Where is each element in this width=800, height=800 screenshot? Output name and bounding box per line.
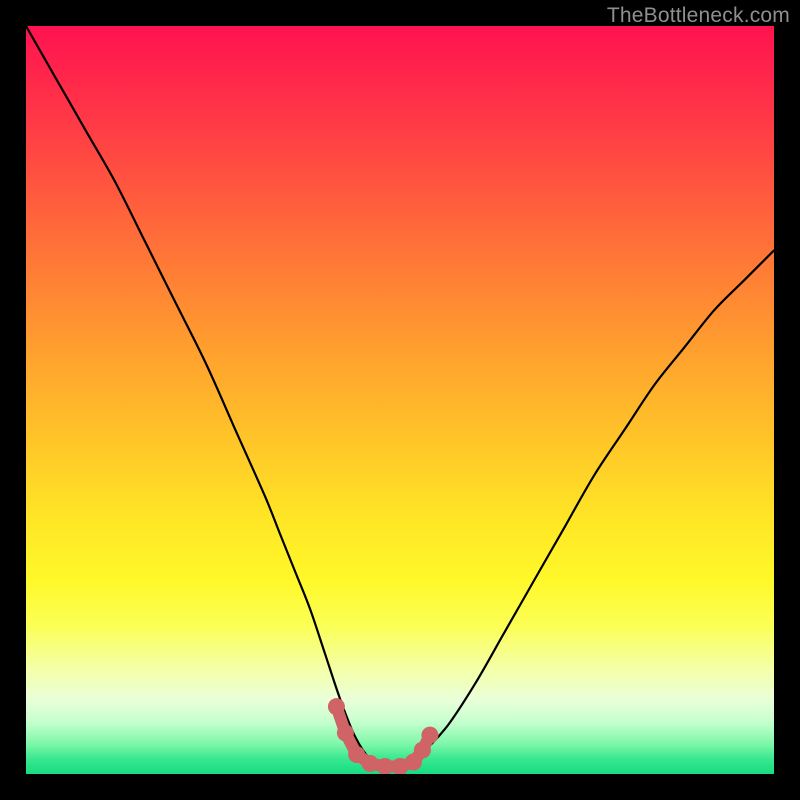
watermark-text: TheBottleneck.com	[607, 4, 790, 28]
plot-area	[26, 26, 774, 774]
marker-dot	[414, 742, 431, 759]
chart-frame: TheBottleneck.com	[0, 0, 800, 800]
marker-dot	[362, 755, 379, 772]
marker-dot	[328, 698, 345, 715]
bottleneck-curve	[26, 26, 774, 767]
marker-dot	[337, 724, 354, 741]
chart-svg	[26, 26, 774, 774]
marker-dot	[421, 727, 438, 744]
